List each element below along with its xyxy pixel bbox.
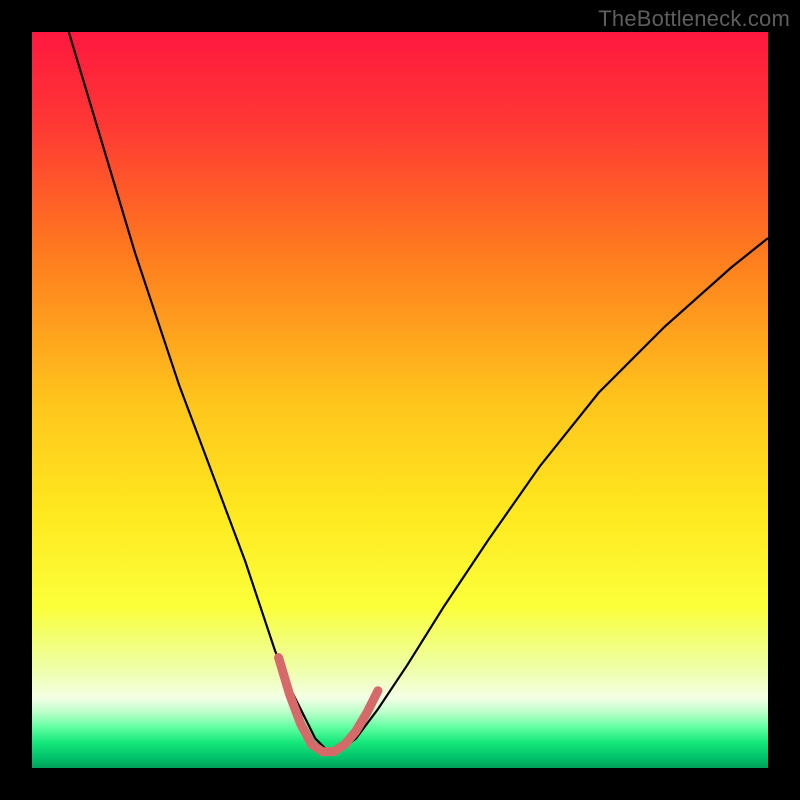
plot-area: [32, 32, 768, 768]
curve-layer: [32, 32, 768, 768]
chart-frame: TheBottleneck.com: [0, 0, 800, 800]
watermark-text: TheBottleneck.com: [598, 6, 790, 32]
trough-highlight: [279, 658, 378, 752]
bottleneck-curve: [69, 32, 768, 750]
